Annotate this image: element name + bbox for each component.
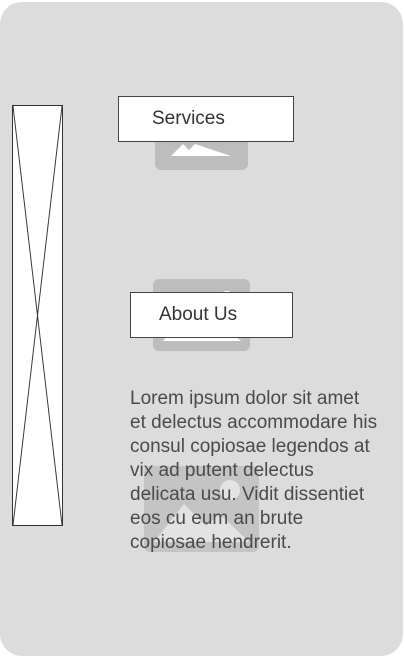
body-paragraph: Lorem ipsum dolor sit amet et delectus a… <box>130 388 378 553</box>
about-us-button[interactable]: About Us <box>130 292 293 338</box>
services-button[interactable]: Services <box>118 96 294 142</box>
crossed-box-icon <box>13 106 62 525</box>
wireframe-panel: Services About Us Lorem ipsum dolor sit … <box>0 2 403 656</box>
services-label: Services <box>152 108 225 129</box>
image-placeholder-box <box>12 105 63 526</box>
about-us-label: About Us <box>159 304 238 325</box>
